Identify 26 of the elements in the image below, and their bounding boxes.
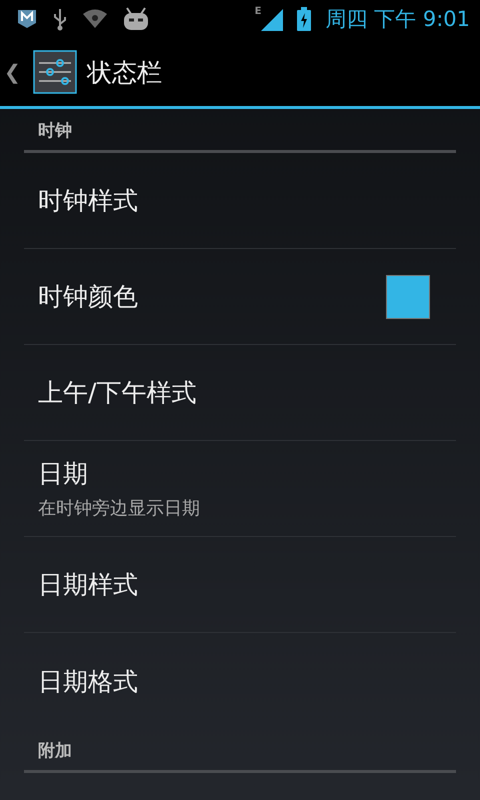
preference-title: 日期样式 bbox=[38, 569, 139, 601]
preference-row[interactable]: 上午/下午样式 bbox=[24, 345, 456, 441]
usb-icon bbox=[52, 7, 68, 31]
preference-title: 日期格式 bbox=[38, 666, 139, 698]
preference-title: 上午/下午样式 bbox=[38, 377, 198, 409]
preference-row[interactable]: 日期 在时钟旁边显示日期 bbox=[24, 441, 456, 537]
signal-icon bbox=[261, 7, 284, 31]
preference-row[interactable]: 时钟颜色 bbox=[24, 249, 456, 345]
preference-row[interactable]: 日期格式 bbox=[24, 633, 456, 729]
network-type: E bbox=[254, 6, 262, 17]
settings-sliders-icon bbox=[32, 50, 77, 94]
preference-title: 日期 bbox=[38, 458, 89, 490]
preference-title: 时钟颜色 bbox=[38, 281, 139, 313]
battery-icon bbox=[297, 7, 312, 31]
section-header: 附加 bbox=[24, 729, 456, 773]
wifi-icon bbox=[82, 9, 108, 29]
robot-icon bbox=[122, 7, 150, 31]
screen-title: 状态栏 bbox=[86, 56, 162, 88]
preference-row[interactable]: 时钟样式 bbox=[24, 153, 456, 249]
preference-title: 时钟样式 bbox=[38, 185, 139, 217]
preference-row[interactable]: 日期样式 bbox=[24, 537, 456, 633]
section-header: 时钟 bbox=[24, 109, 456, 153]
app-icon bbox=[16, 8, 38, 30]
clock: 周四 下午 9:01 bbox=[325, 6, 470, 33]
up-button[interactable]: ❮ bbox=[4, 50, 77, 94]
preference-summary: 在时钟旁边显示日期 bbox=[38, 497, 201, 520]
